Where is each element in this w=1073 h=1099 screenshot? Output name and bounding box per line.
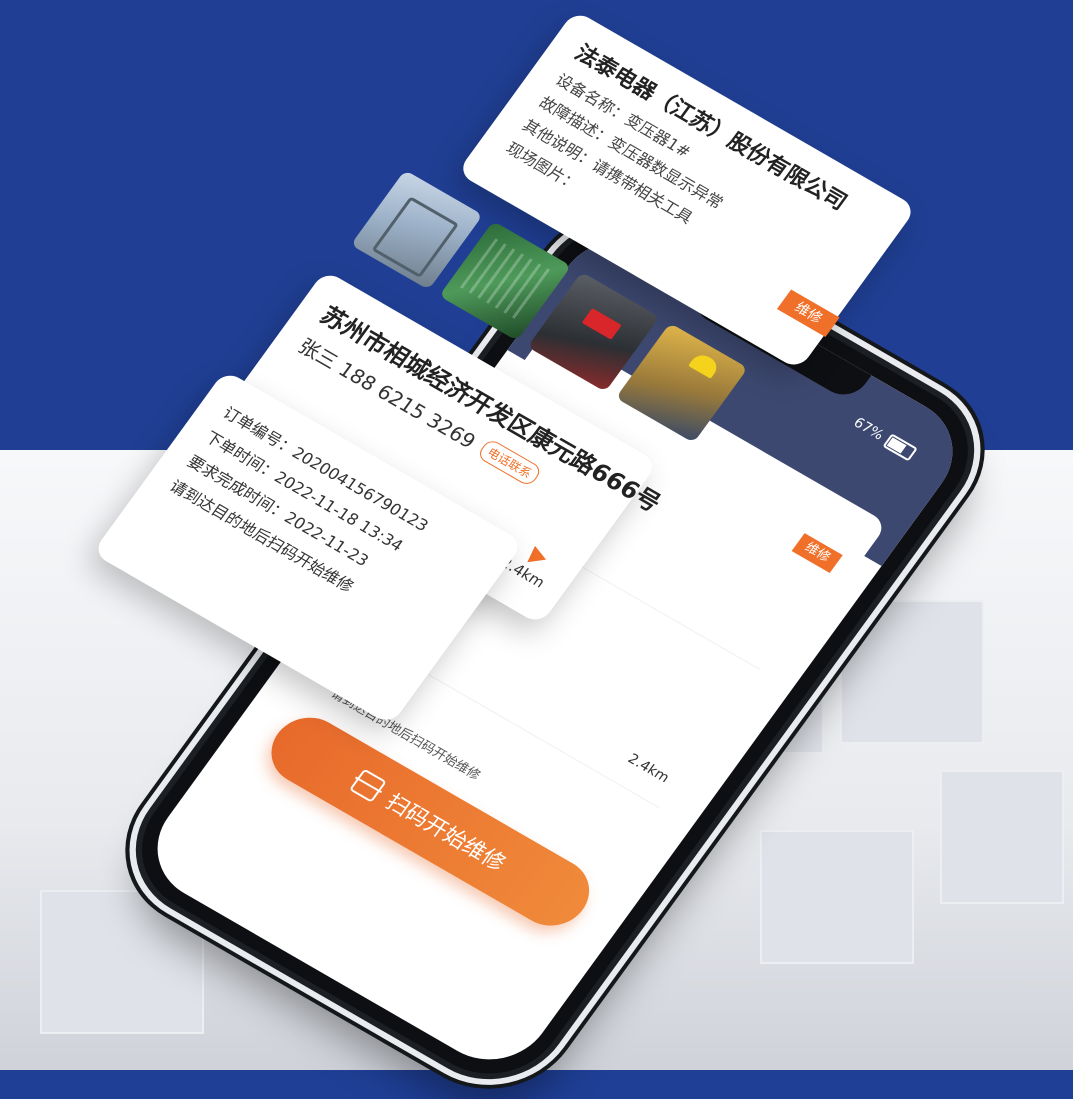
battery-icon bbox=[882, 433, 918, 462]
distance-label: 2.4km bbox=[624, 751, 673, 787]
scan-icon bbox=[348, 768, 387, 803]
status-bar: 67% bbox=[850, 415, 918, 462]
battery-level: 67% bbox=[850, 414, 887, 444]
navigation-arrow-icon bbox=[525, 544, 547, 563]
repair-tag: 维修 bbox=[776, 289, 840, 338]
repair-tag: 维修 bbox=[791, 533, 843, 574]
